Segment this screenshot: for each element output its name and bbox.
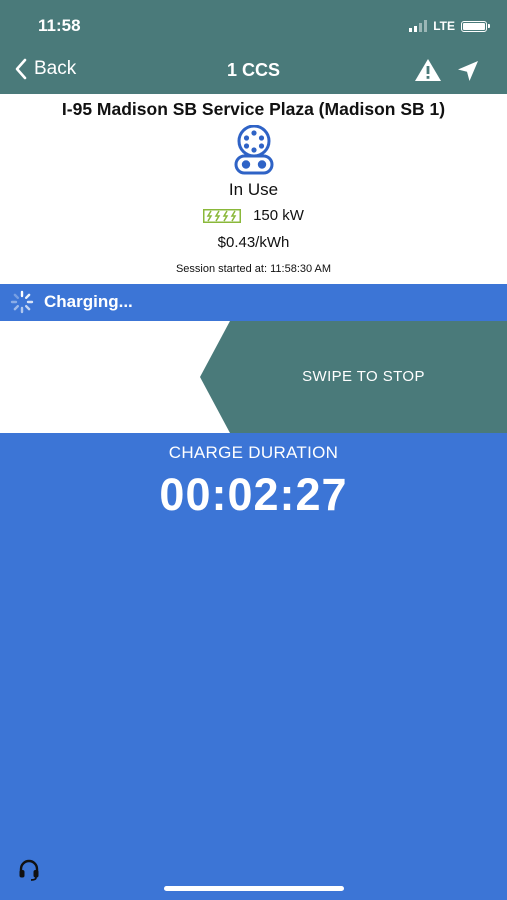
- charge-speed-icon: [203, 208, 242, 223]
- charge-duration-panel: CHARGE DURATION 00:02:27: [0, 433, 507, 900]
- swipe-to-stop-slider[interactable]: SWIPE TO STOP: [200, 321, 507, 433]
- report-issue-button[interactable]: [414, 58, 442, 87]
- network-label: LTE: [433, 19, 455, 33]
- top-header: 11:58 LTE Back 1 CCS: [0, 0, 507, 94]
- status-time: 11:58: [38, 16, 81, 35]
- power-row: 150 kW: [0, 207, 507, 224]
- navigate-button[interactable]: [456, 59, 480, 88]
- signal-icon: [409, 20, 428, 32]
- headset-icon: [19, 859, 39, 881]
- status-indicators: LTE: [409, 16, 490, 36]
- battery-icon: [461, 20, 490, 32]
- station-info-panel: I-95 Madison SB Service Plaza (Madison S…: [0, 94, 507, 284]
- warning-icon: [415, 59, 441, 81]
- session-label: Session started at:: [175, 263, 268, 275]
- session-started: Session started at: 11:58:30 AM: [0, 263, 507, 275]
- swipe-track: SWIPE TO STOP: [0, 321, 507, 433]
- navigate-arrow-icon: [458, 61, 478, 81]
- session-time: 11:58:30 AM: [270, 263, 332, 275]
- ccs-connector-icon: [233, 124, 275, 180]
- charging-status-bar: Charging...: [0, 284, 507, 320]
- price-per-kwh: $0.43/kWh: [217, 234, 290, 251]
- support-button[interactable]: [17, 857, 41, 886]
- home-indicator[interactable]: [164, 886, 344, 891]
- power-value: 150 kW: [253, 207, 304, 224]
- charging-label: Charging...: [44, 292, 133, 311]
- charge-duration-timer: 00:02:27: [159, 469, 348, 520]
- station-status: In Use: [228, 180, 279, 199]
- spinner-icon: [10, 290, 34, 314]
- station-name: I-95 Madison SB Service Plaza (Madison S…: [61, 99, 446, 119]
- swipe-label: SWIPE TO STOP: [302, 368, 425, 385]
- charge-duration-label: CHARGE DURATION: [168, 443, 339, 462]
